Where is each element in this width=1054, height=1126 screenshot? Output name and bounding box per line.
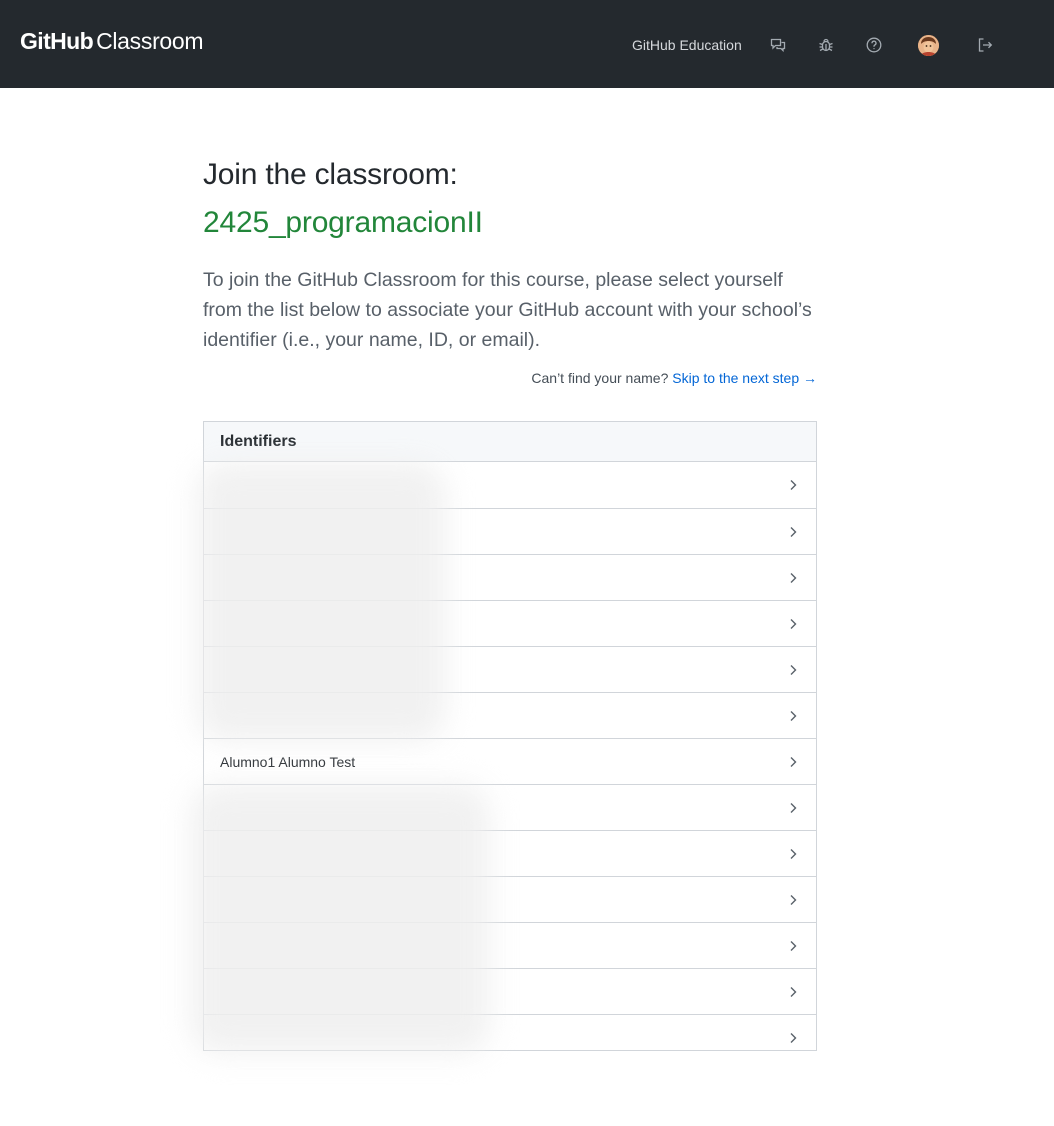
chevron-right-icon xyxy=(790,527,797,537)
identifiers-list: Identifiers Alumno1 Alumno Test xyxy=(190,421,817,1054)
help-icon[interactable] xyxy=(865,36,883,54)
redaction-blur xyxy=(190,784,490,1054)
chevron-right-icon xyxy=(790,1033,797,1043)
classroom-name: 2425_programacionII xyxy=(203,206,483,239)
chevron-right-icon xyxy=(790,941,797,951)
chevron-right-icon xyxy=(790,480,797,490)
github-education-link[interactable]: GitHub Education xyxy=(632,37,742,53)
identifiers-header: Identifiers xyxy=(204,422,816,462)
identifier-label: Alumno1 Alumno Test xyxy=(220,754,356,770)
skip-next-step-link[interactable]: Skip to the next step → xyxy=(672,370,817,386)
brand-classroom: Classroom xyxy=(96,28,204,54)
brand-github: GitHub xyxy=(20,28,94,54)
chevron-right-icon xyxy=(790,803,797,813)
chevron-right-icon xyxy=(790,895,797,905)
intro-text: To join the GitHub Classroom for this co… xyxy=(203,269,812,351)
chevron-right-icon xyxy=(790,987,797,997)
identifiers-header-label: Identifiers xyxy=(220,433,297,450)
sign-out-icon[interactable] xyxy=(976,36,994,54)
redaction-blur xyxy=(196,462,446,742)
top-navbar: GitHub Classroom GitHub Education xyxy=(0,0,1054,88)
chevron-right-icon xyxy=(790,757,797,767)
bug-icon[interactable] xyxy=(817,36,835,54)
chevron-right-icon xyxy=(790,849,797,859)
chevron-right-icon xyxy=(790,619,797,629)
cant-find-text: Can’t find your name? xyxy=(531,370,669,386)
feedback-icon[interactable] xyxy=(769,36,787,54)
avatar[interactable] xyxy=(918,35,939,56)
chevron-right-icon xyxy=(790,573,797,583)
skip-line: Can’t find your name? Skip to the next s… xyxy=(531,370,817,386)
page-title: Join the classroom: xyxy=(203,158,458,191)
chevron-right-icon xyxy=(790,711,797,721)
chevron-right-icon xyxy=(790,665,797,675)
github-classroom-logo[interactable]: GitHub Classroom xyxy=(20,28,204,60)
identifier-row[interactable]: Alumno1 Alumno Test xyxy=(204,738,816,784)
